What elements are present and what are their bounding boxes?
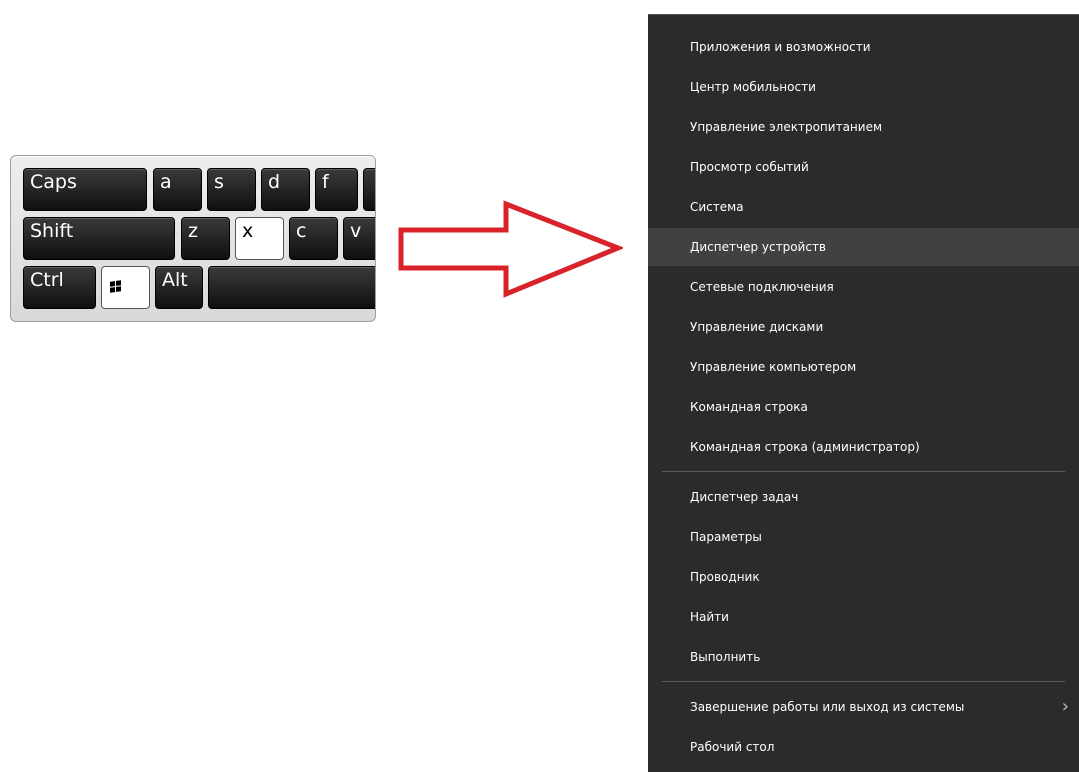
menu-item-label: Приложения и возможности <box>690 40 871 54</box>
x-key-label: x <box>242 220 254 242</box>
v-key: v <box>343 217 375 260</box>
menu-separator <box>662 681 1065 682</box>
menu-item-command-prompt-admin[interactable]: Командная строка (администратор) <box>648 428 1079 466</box>
shift-key: Shift <box>23 217 175 260</box>
menu-item-file-explorer[interactable]: Проводник <box>648 558 1079 596</box>
menu-item-label: Сетевые подключения <box>690 280 834 294</box>
menu-item-command-prompt[interactable]: Командная строка <box>648 388 1079 426</box>
menu-item-label: Управление дисками <box>690 320 824 334</box>
caps-key-label: Caps <box>30 171 77 193</box>
z-key-label: z <box>188 220 198 242</box>
menu-separator <box>662 471 1065 472</box>
caps-key: Caps <box>23 168 147 211</box>
menu-item-label: Выполнить <box>690 650 761 664</box>
menu-item-shutdown-signout[interactable]: Завершение работы или выход из системы › <box>648 688 1079 726</box>
windows-logo-icon <box>110 280 121 293</box>
chevron-right-icon: › <box>1061 696 1069 717</box>
menu-item-label: Найти <box>690 610 729 624</box>
s-key: s <box>207 168 256 211</box>
alt-key-label: Alt <box>162 269 188 291</box>
shift-key-label: Shift <box>30 220 74 242</box>
menu-item-label: Командная строка (администратор) <box>690 440 920 454</box>
c-key: c <box>289 217 338 260</box>
menu-item-settings[interactable]: Параметры <box>648 518 1079 556</box>
menu-item-label: Управление электропитанием <box>690 120 882 134</box>
right-arrow-icon <box>398 200 623 298</box>
menu-item-task-manager[interactable]: Диспетчер задач <box>648 478 1079 516</box>
menu-item-label: Параметры <box>690 530 762 544</box>
menu-item-label: Просмотр событий <box>690 160 809 174</box>
menu-item-label: Проводник <box>690 570 760 584</box>
winx-context-menu: Приложения и возможности Центр мобильнос… <box>648 14 1079 772</box>
menu-item-computer-management[interactable]: Управление компьютером <box>648 348 1079 386</box>
menu-item-event-viewer[interactable]: Просмотр событий <box>648 148 1079 186</box>
g-key-partial <box>363 168 375 211</box>
keyboard-illustration: Caps a s d f Shift z x c v Ctrl Alt <box>10 155 376 322</box>
x-key: x <box>235 217 284 260</box>
ctrl-key-label: Ctrl <box>30 269 64 291</box>
menu-item-label: Диспетчер задач <box>690 490 799 504</box>
c-key-label: c <box>296 220 307 242</box>
menu-item-label: Центр мобильности <box>690 80 816 94</box>
menu-item-run[interactable]: Выполнить <box>648 638 1079 676</box>
menu-item-label: Рабочий стол <box>690 740 775 754</box>
menu-item-apps-features[interactable]: Приложения и возможности <box>648 28 1079 66</box>
alt-key: Alt <box>155 266 203 309</box>
menu-item-search[interactable]: Найти <box>648 598 1079 636</box>
s-key-label: s <box>214 171 224 193</box>
a-key: a <box>153 168 202 211</box>
menu-item-mobility-center[interactable]: Центр мобильности <box>648 68 1079 106</box>
a-key-label: a <box>160 171 172 193</box>
menu-item-network-connections[interactable]: Сетевые подключения <box>648 268 1079 306</box>
d-key-label: d <box>268 171 281 193</box>
f-key: f <box>315 168 358 211</box>
menu-item-system[interactable]: Система <box>648 188 1079 226</box>
menu-item-label: Командная строка <box>690 400 808 414</box>
menu-item-power-options[interactable]: Управление электропитанием <box>648 108 1079 146</box>
windows-key <box>101 266 150 309</box>
menu-item-label: Диспетчер устройств <box>690 240 827 254</box>
z-key: z <box>181 217 230 260</box>
menu-item-label: Завершение работы или выход из системы <box>690 700 965 714</box>
ctrl-key: Ctrl <box>23 266 96 309</box>
menu-item-label: Управление компьютером <box>690 360 857 374</box>
menu-item-device-manager[interactable]: Диспетчер устройств <box>648 228 1079 266</box>
space-key <box>208 266 375 309</box>
menu-item-desktop[interactable]: Рабочий стол <box>648 728 1079 766</box>
v-key-label: v <box>350 220 362 242</box>
f-key-label: f <box>322 171 329 193</box>
d-key: d <box>261 168 310 211</box>
menu-item-label: Система <box>690 200 744 214</box>
menu-item-disk-management[interactable]: Управление дисками <box>648 308 1079 346</box>
